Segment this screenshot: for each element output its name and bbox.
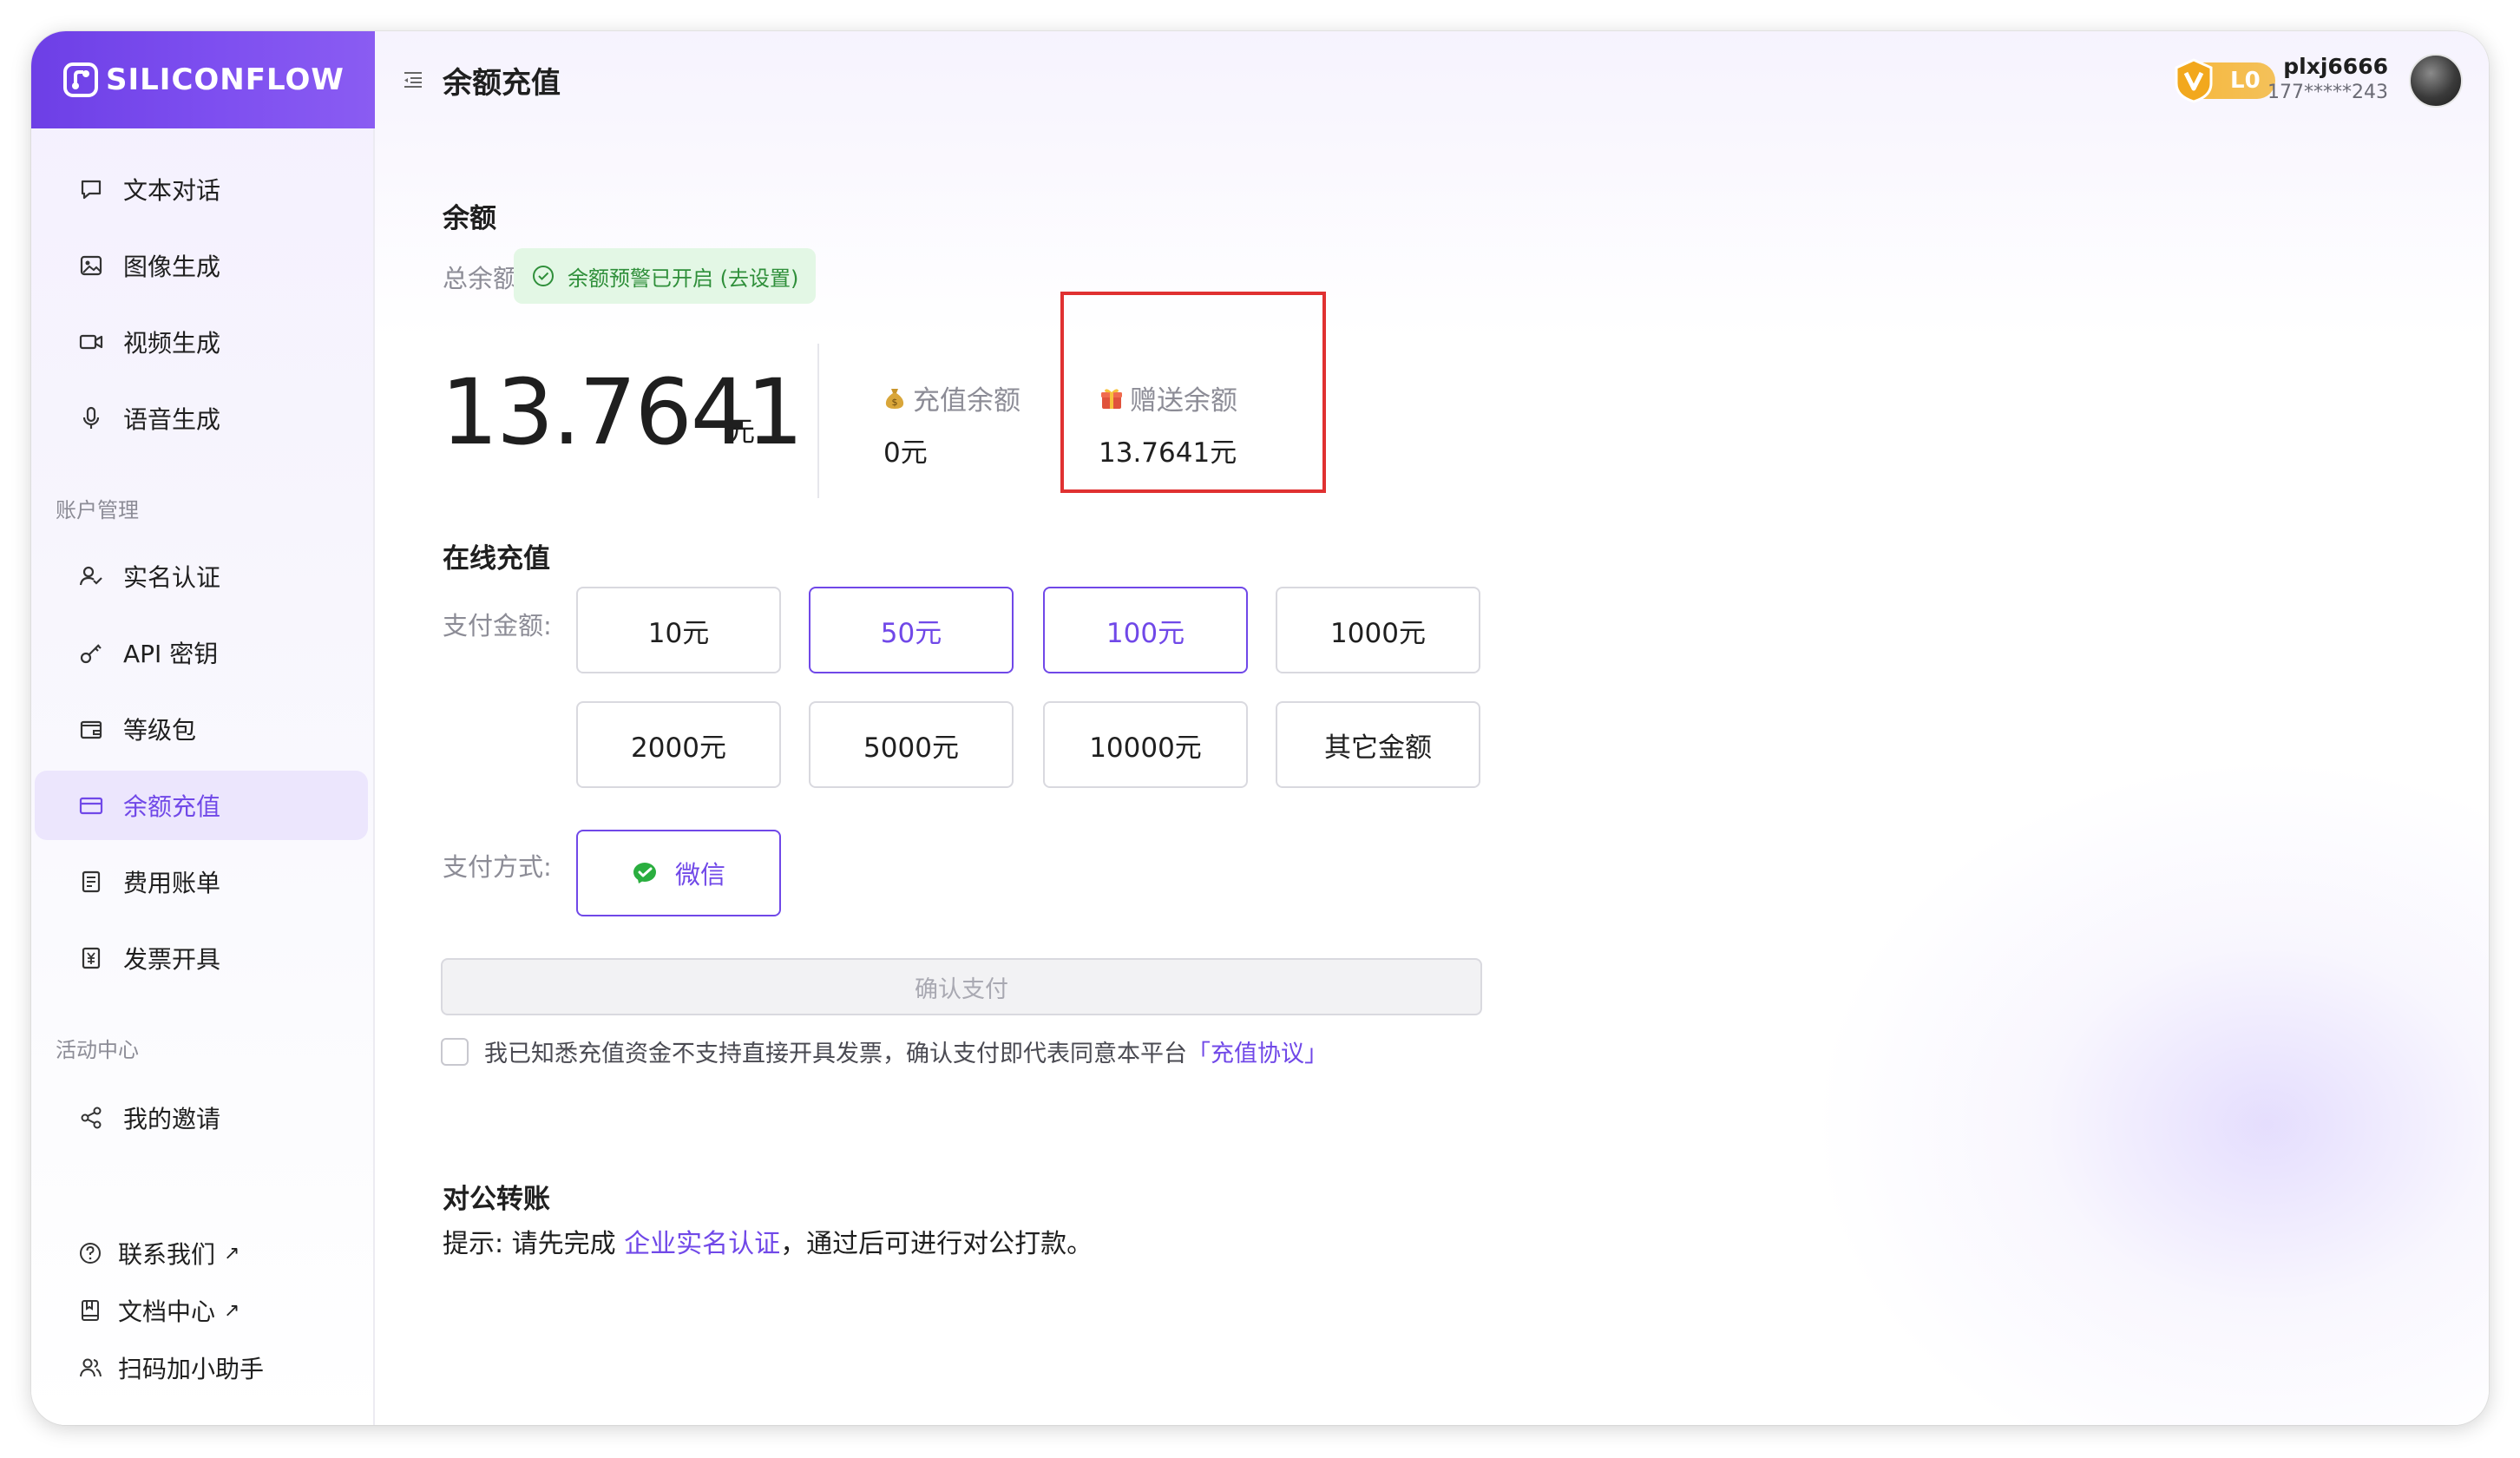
amount-option-5000[interactable]: 5000元	[809, 701, 1014, 788]
payment-method-label-text: 微信	[674, 860, 725, 890]
sidebar-item-identity[interactable]: 实名认证	[35, 542, 368, 611]
invoice-icon	[82, 947, 101, 969]
tip-suffix: ，通过后可进行对公打款。	[780, 1229, 1093, 1259]
agreement-row: 我已知悉充值资金不支持直接开具发票，确认支付即代表同意本平台「充值协议」	[441, 1034, 1328, 1068]
book-icon	[82, 1300, 99, 1321]
sidebar-item-video-gen[interactable]: 视频生成	[35, 307, 368, 377]
sidebar-item-label: 我的邀请	[123, 1105, 221, 1133]
svg-text:$: $	[892, 397, 898, 408]
topbar: 余额充值 L0 plxj6666 177*****243	[375, 31, 2489, 128]
corporate-transfer-tip: 提示: 请先完成 企业实名认证，通过后可进行对公打款。	[443, 1222, 1093, 1260]
balance-alert-pill[interactable]: 余额预警已开启 (去设置)	[514, 248, 817, 304]
balance-section-title: 余额	[443, 203, 496, 234]
user-check-icon	[79, 566, 102, 586]
share-icon	[81, 1107, 102, 1129]
wechat-icon	[633, 863, 656, 883]
online-recharge-title: 在线充值	[443, 543, 550, 575]
sidebar-item-label: 视频生成	[123, 329, 221, 358]
image-icon	[80, 255, 102, 276]
sidebar-item-invoice[interactable]: 发票开具	[35, 923, 368, 993]
user-phone: 177*****243	[2267, 82, 2388, 103]
balance-alert-text: 余额预警已开启 (去设置)	[568, 266, 799, 291]
total-balance-label: 总余额	[443, 264, 519, 293]
external-link-icon: ↗	[224, 1299, 240, 1322]
sidebar-item-recharge[interactable]: 余额充值	[35, 771, 368, 840]
payment-method-label: 支付方式:	[443, 852, 552, 882]
sidebar-item-label: 费用账单	[123, 869, 221, 897]
sidebar-item-label: 发票开具	[123, 945, 221, 974]
sidebar-item-label: 文本对话	[123, 176, 221, 205]
key-icon	[80, 644, 102, 664]
corporate-transfer-title: 对公转账	[443, 1184, 550, 1215]
mic-icon	[82, 406, 100, 429]
sidebar-item-invitations[interactable]: 我的邀请	[35, 1083, 368, 1153]
recharge-balance-label: $ 充值余额	[882, 378, 1020, 417]
sidebar-item-label: 等级包	[123, 716, 197, 745]
recharge-agreement-link[interactable]: 「充值协议」	[1187, 1041, 1328, 1067]
avatar[interactable]	[2409, 54, 2463, 108]
contact-us-link[interactable]: 联系我们 ↗	[78, 1236, 240, 1271]
enterprise-verification-link[interactable]: 企业实名认证	[624, 1229, 780, 1259]
amount-option-other[interactable]: 其它金额	[1276, 701, 1480, 788]
scan-assistant-link[interactable]: 扫码加小助手	[78, 1350, 264, 1385]
recharge-balance-label-text: 充值余额	[913, 385, 1020, 417]
bill-icon	[82, 870, 101, 893]
balance-divider	[817, 344, 819, 498]
users-icon	[80, 1358, 102, 1377]
main-content: 余额充值 L0 plxj6666 177*****243 余额 总余额 余额预警…	[375, 31, 2489, 1425]
chat-icon	[81, 180, 102, 200]
sidebar-item-image-gen[interactable]: 图像生成	[35, 231, 368, 300]
brand-name: SILICONFLOW	[106, 62, 345, 97]
sidebar-item-billing[interactable]: 费用账单	[35, 847, 368, 916]
scan-assistant-label: 扫码加小助手	[118, 1355, 265, 1383]
sidebar-item-voice-gen[interactable]: 语音生成	[35, 384, 368, 453]
amount-option-50[interactable]: 50元	[809, 587, 1014, 673]
sidebar-item-level-pack[interactable]: 等级包	[35, 694, 368, 764]
total-balance-unit: 元	[727, 415, 756, 448]
sidebar-group-activity: 活动中心	[56, 1038, 139, 1062]
external-link-icon: ↗	[224, 1242, 240, 1264]
sidebar-item-label: 实名认证	[123, 563, 221, 592]
amount-option-2000[interactable]: 2000元	[576, 701, 781, 788]
sidebar-item-label: 语音生成	[123, 405, 221, 434]
page-title: 余额充值	[443, 66, 561, 101]
amount-label: 支付金额:	[443, 611, 552, 640]
card-icon	[79, 797, 103, 815]
sidebar: SILICONFLOW 文本对话 图像生成 视频生成 语音生成 账户管理 实名认…	[31, 31, 375, 1425]
siliconflow-logo-icon	[63, 62, 98, 97]
vip-level-text: L0	[2230, 68, 2261, 94]
sidebar-item-label: 余额充值	[123, 792, 221, 821]
payment-method-wechat[interactable]: 微信	[576, 830, 781, 916]
agreement-checkbox[interactable]	[441, 1037, 469, 1066]
agreement-text: 我已知悉充值资金不支持直接开具发票，确认支付即代表同意本平台「充值协议」	[484, 1034, 1328, 1068]
video-icon	[79, 334, 103, 350]
brand-logo[interactable]: SILICONFLOW	[31, 31, 375, 128]
check-circle-icon	[533, 266, 554, 286]
sidebar-item-api-key[interactable]: API 密钥	[35, 618, 368, 687]
confirm-payment-button[interactable]: 确认支付	[441, 958, 1482, 1015]
tip-prefix: 提示: 请先完成	[443, 1229, 625, 1259]
contact-us-label: 联系我们	[118, 1240, 216, 1269]
agreement-text-body: 我已知悉充值资金不支持直接开具发票，确认支付即代表同意本平台	[484, 1041, 1187, 1067]
username: plxj6666	[2283, 54, 2388, 79]
money-bag-icon: $	[885, 388, 904, 409]
sidebar-item-label: API 密钥	[123, 640, 219, 668]
vip-shield-icon	[2175, 58, 2213, 103]
help-circle-icon	[80, 1243, 101, 1264]
docs-center-label: 文档中心	[118, 1297, 216, 1326]
gift-balance-highlight	[1060, 292, 1326, 493]
menu-collapse-icon[interactable]	[401, 68, 425, 92]
amount-option-10[interactable]: 10元	[576, 587, 781, 673]
recharge-balance-value: 0元	[883, 437, 928, 469]
app-window: SILICONFLOW 文本对话 图像生成 视频生成 语音生成 账户管理 实名认…	[31, 31, 2489, 1425]
sidebar-item-label: 图像生成	[123, 253, 221, 281]
amount-option-1000[interactable]: 1000元	[1276, 587, 1480, 673]
amount-option-100[interactable]: 100元	[1043, 587, 1248, 673]
sidebar-item-text-chat[interactable]: 文本对话	[35, 154, 368, 224]
amount-option-10000[interactable]: 10000元	[1043, 701, 1248, 788]
docs-center-link[interactable]: 文档中心 ↗	[78, 1293, 240, 1328]
sidebar-group-account: 账户管理	[56, 498, 139, 522]
wallet-icon	[80, 720, 102, 739]
